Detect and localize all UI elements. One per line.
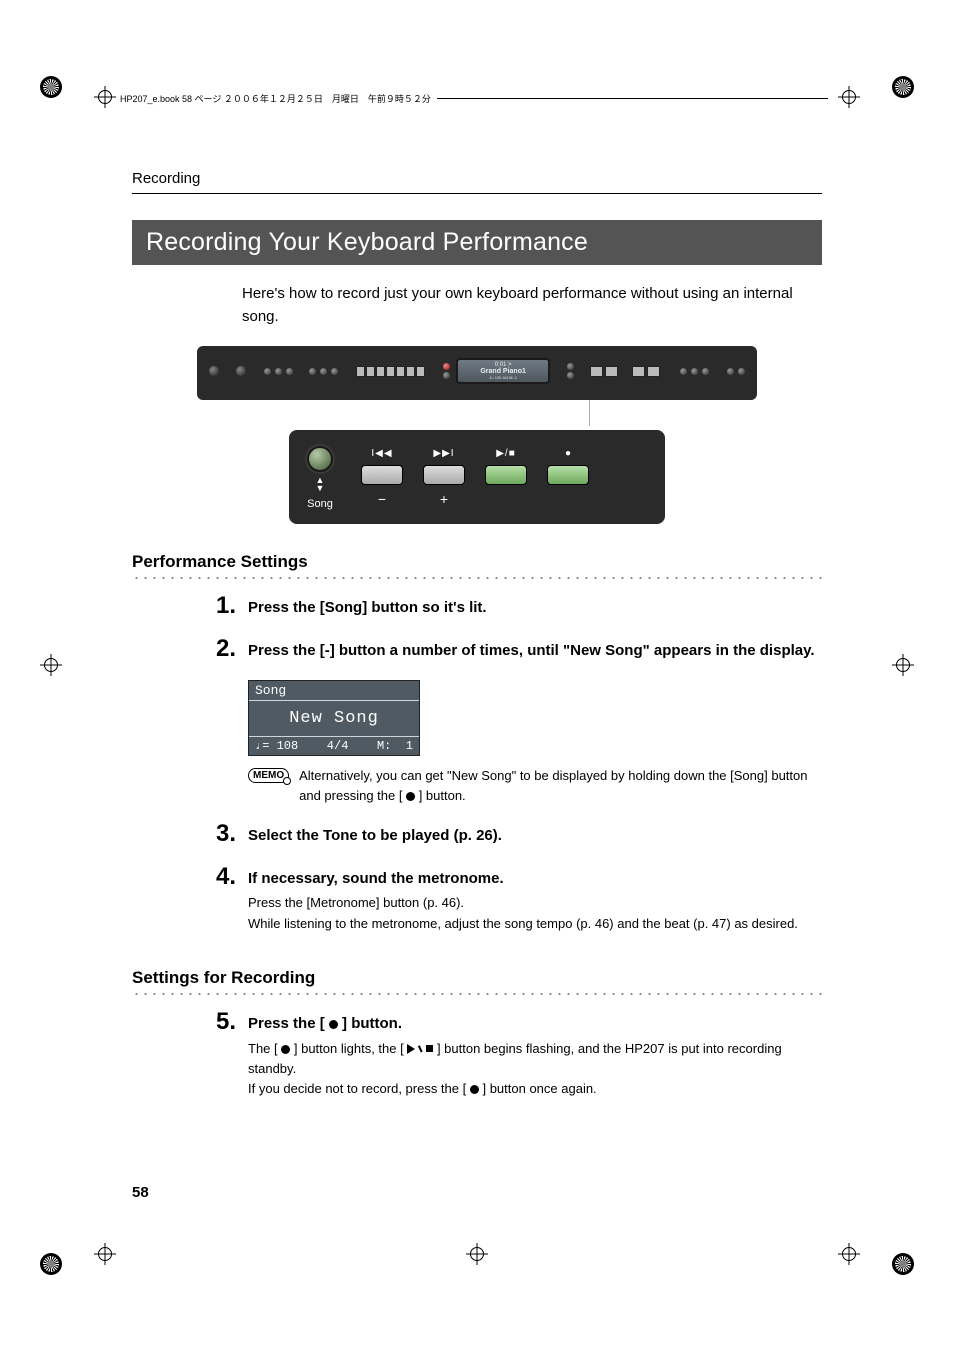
step-detail: If you decide not to record, press the […	[248, 1079, 822, 1099]
subheading-performance-settings: Performance Settings	[132, 552, 822, 572]
step-title: Press the [Song] button so it's lit.	[248, 597, 822, 619]
record-dot-icon	[406, 792, 415, 801]
step-title: If necessary, sound the metronome.	[248, 868, 822, 890]
dotted-rule-icon	[132, 992, 822, 996]
step-detail: The [ ] button lights, the [ ] button be…	[248, 1039, 822, 1079]
plus-icon: +	[424, 491, 464, 507]
lcd-measure-label: M:	[377, 739, 391, 753]
lcd-tempo: ♩= 108	[255, 739, 298, 753]
rule	[132, 193, 822, 194]
lcd-timesig: 4/4	[327, 739, 349, 753]
crop-mark-icon	[40, 76, 62, 98]
registration-mark-icon	[838, 1243, 860, 1265]
registration-mark-icon	[94, 86, 116, 108]
step-title: Press the [-] button a number of times, …	[248, 640, 822, 662]
step-detail: While listening to the metronome, adjust…	[248, 914, 822, 934]
step-number: 3	[210, 822, 236, 851]
song-label: Song	[307, 498, 333, 510]
crop-mark-icon	[892, 76, 914, 98]
registration-mark-icon	[892, 654, 914, 676]
callout-line-icon	[589, 400, 590, 426]
section-title: Recording Your Keyboard Performance	[132, 220, 822, 265]
page-content: Recording Recording Your Keyboard Perfor…	[132, 170, 822, 1201]
play-stop-icon	[407, 1044, 433, 1054]
step-number: 1	[210, 594, 236, 623]
crop-mark-icon	[40, 1253, 62, 1275]
book-info: HP207_e.book 58 ページ ２００６年１２月２５日 月曜日 午前９時…	[120, 92, 431, 105]
device-panel-top: 0:01 > Grand Piano1 J= 120 4/4 M: 1	[197, 346, 757, 400]
step-3: 3 Select the Tone to be played (p. 26).	[210, 822, 822, 851]
registration-mark-icon	[838, 86, 860, 108]
step-detail: Press the [Metronome] button (p. 46).	[248, 893, 822, 913]
page-number: 58	[132, 1184, 149, 1201]
forward-button-icon	[423, 465, 465, 485]
lcd-top: Song	[249, 681, 419, 700]
forward-icon: ▶▶I	[424, 448, 464, 459]
record-dot-icon	[470, 1085, 479, 1094]
device-panel-callout: ▲▼ Song I◀◀ − ▶▶I + ▶/■	[289, 430, 665, 524]
device-lcd-icon: 0:01 > Grand Piano1 J= 120 4/4 M: 1	[456, 358, 550, 385]
device-illustration: 0:01 > Grand Piano1 J= 120 4/4 M: 1	[197, 346, 757, 524]
step-1: 1 Press the [Song] button so it's lit.	[210, 594, 822, 623]
step-5: 5 Press the [ ] button. The [ ] button l…	[210, 1010, 822, 1099]
rule	[437, 98, 828, 99]
dotted-rule-icon	[132, 576, 822, 580]
play-button-icon	[485, 465, 527, 485]
book-header: HP207_e.book 58 ページ ２００６年１２月２５日 月曜日 午前９時…	[120, 90, 834, 106]
lcd-measure: 1	[406, 739, 413, 753]
play-stop-icon: ▶/■	[486, 448, 526, 459]
registration-mark-icon	[94, 1243, 116, 1265]
song-button-icon	[307, 446, 333, 472]
step-4: 4 If necessary, sound the metronome. Pre…	[210, 865, 822, 934]
memo-badge-icon: MEMO	[248, 768, 289, 783]
step-number: 2	[210, 637, 236, 666]
memo-text: Alternatively, you can get "New Song" to…	[299, 766, 822, 806]
record-button-icon	[547, 465, 589, 485]
brilliance-knob-icon	[236, 366, 246, 376]
memo-note: MEMO Alternatively, you can get "New Son…	[248, 766, 822, 806]
running-head: Recording	[132, 170, 822, 187]
lcd-screenshot: Song New Song ♩= 108 4/4 M: 1	[248, 680, 420, 756]
crop-mark-icon	[892, 1253, 914, 1275]
volume-knob-icon	[209, 366, 219, 376]
intro-text: Here's how to record just your own keybo…	[242, 283, 812, 328]
rewind-button-icon	[361, 465, 403, 485]
step-title: Press the [ ] button.	[248, 1013, 822, 1035]
registration-mark-icon	[40, 654, 62, 676]
record-dot-icon	[281, 1045, 290, 1054]
record-dot-icon	[329, 1020, 338, 1029]
minus-icon: −	[362, 491, 402, 507]
step-title: Select the Tone to be played (p. 26).	[248, 825, 822, 847]
step-number: 5	[210, 1010, 236, 1099]
step-number: 4	[210, 865, 236, 934]
record-icon: ●	[548, 448, 588, 459]
step-2: 2 Press the [-] button a number of times…	[210, 637, 822, 666]
lcd-main-text: New Song	[249, 701, 419, 736]
transport-controls-icon: I◀◀ − ▶▶I + ▶/■ ●	[361, 448, 589, 507]
subheading-settings-for-recording: Settings for Recording	[132, 968, 822, 988]
registration-mark-icon	[466, 1243, 488, 1265]
up-down-arrows-icon: ▲▼	[316, 476, 325, 492]
rewind-icon: I◀◀	[362, 448, 402, 459]
